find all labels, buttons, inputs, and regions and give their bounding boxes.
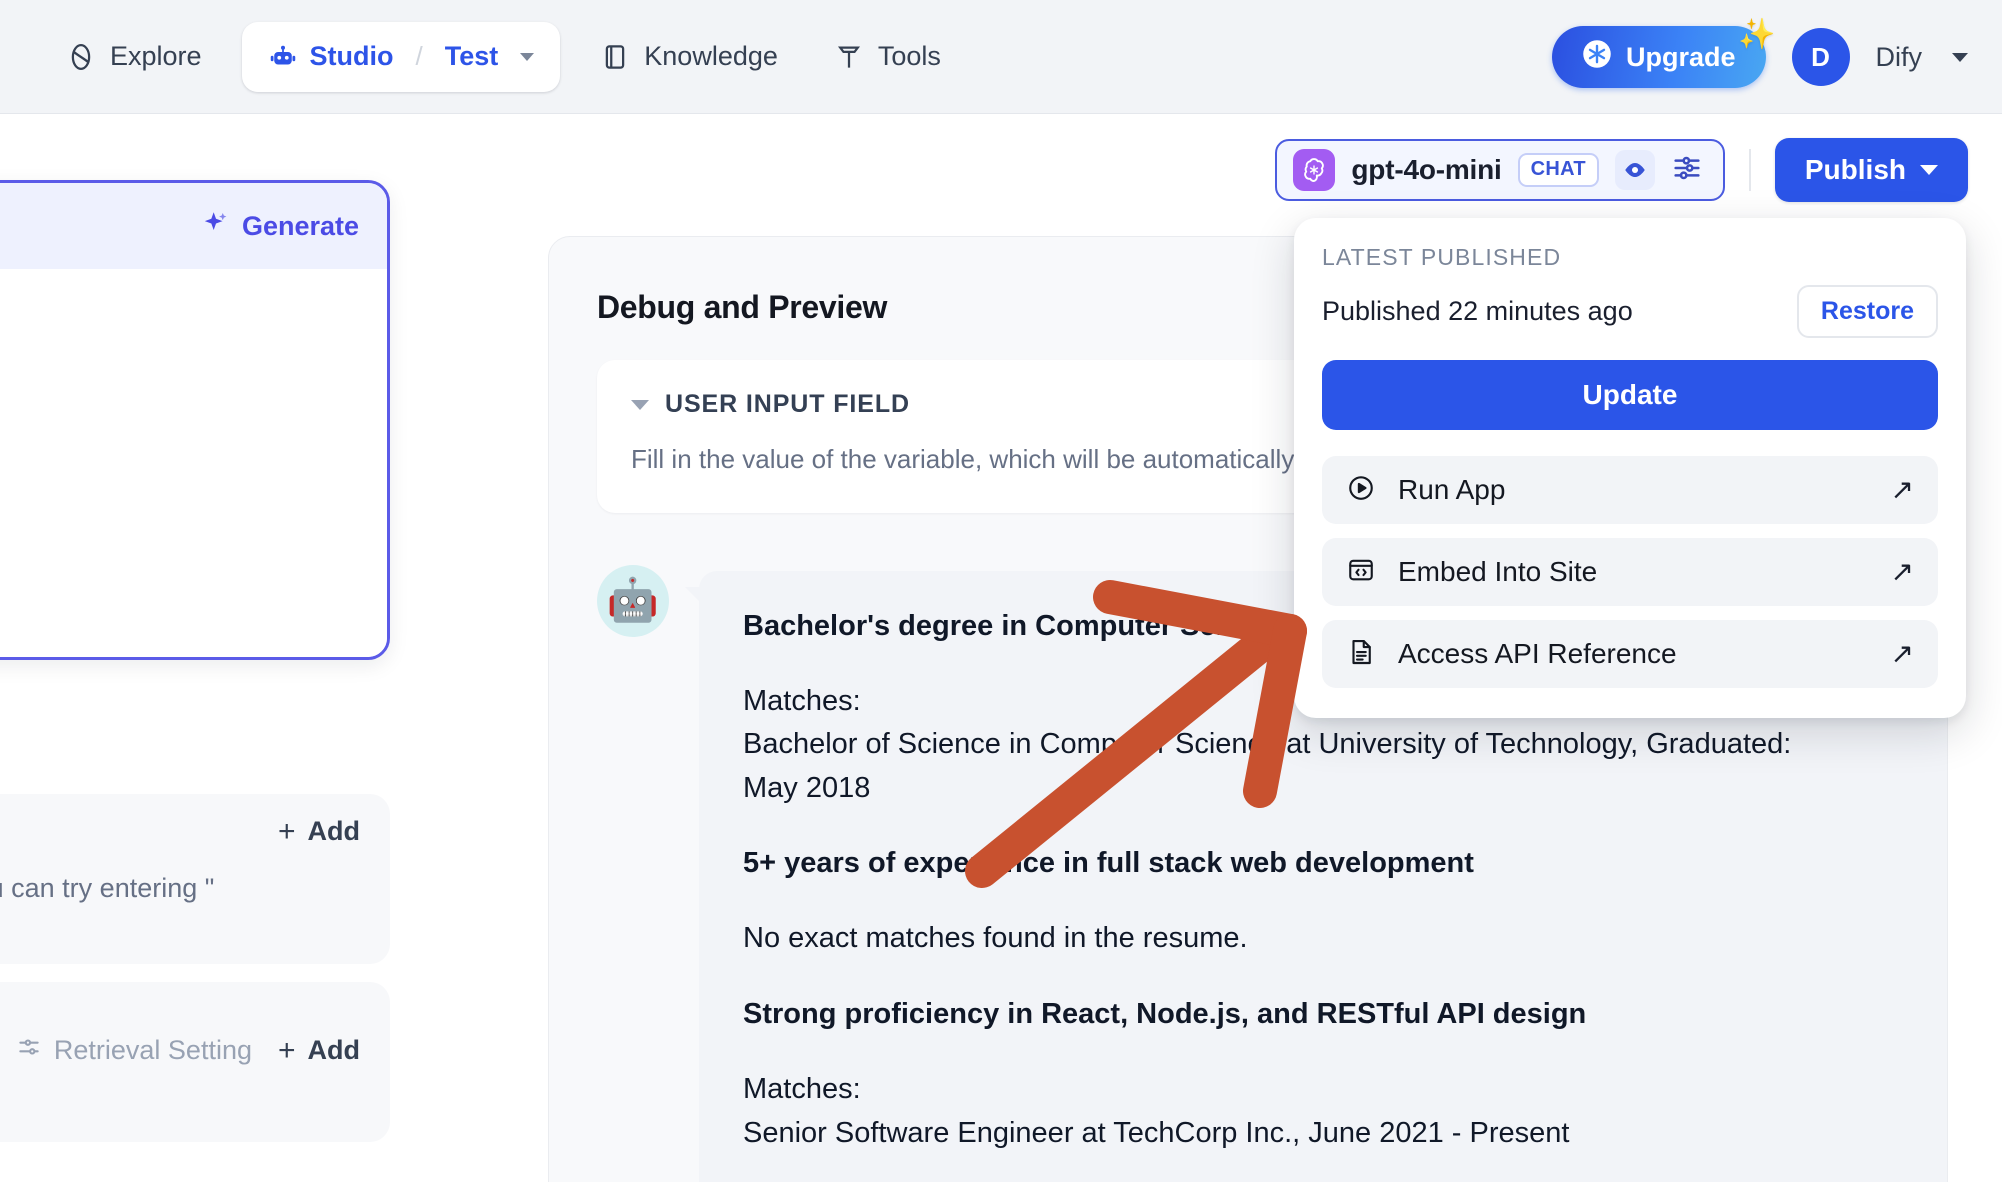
menu-label-run-app: Run App — [1398, 474, 1869, 506]
vision-eye-icon[interactable] — [1615, 150, 1655, 190]
bot-avatar: 🤖 — [597, 565, 669, 637]
restore-button[interactable]: Restore — [1797, 285, 1938, 338]
prompt-editor-panel: Generate — [0, 180, 390, 660]
external-link-arrow-icon: ↗ — [1891, 640, 1914, 668]
model-name: gpt-4o-mini — [1351, 154, 1501, 186]
toolbar-divider — [1749, 149, 1751, 191]
code-window-icon — [1346, 555, 1376, 590]
external-link-arrow-icon: ↗ — [1891, 476, 1914, 504]
hammer-icon — [834, 42, 864, 72]
avatar-initial: D — [1811, 42, 1830, 73]
message-heading: 5+ years of experience in full stack web… — [743, 844, 1903, 883]
message-paragraph: Senior Software Engineer at TechCorp Inc… — [743, 1112, 1903, 1156]
document-icon — [1346, 637, 1376, 672]
spacer — [743, 961, 1903, 995]
sparkle-icon: ✨ — [1738, 20, 1775, 50]
generate-button[interactable]: Generate — [202, 209, 359, 244]
prompt-editor-header: Generate — [0, 183, 387, 269]
upgrade-button[interactable]: Upgrade — [1552, 26, 1766, 88]
play-circle-icon — [1346, 473, 1376, 508]
nav-item-tools[interactable]: Tools — [806, 26, 969, 88]
menu-item-run-app[interactable]: Run App ↗ — [1322, 456, 1938, 524]
nav-item-explore[interactable]: Explore — [38, 26, 230, 88]
context-footer: Retrieval Setting + Add — [0, 982, 390, 1067]
menu-item-access-api-reference[interactable]: Access API Reference ↗ — [1322, 620, 1938, 688]
retrieval-setting-button[interactable]: Retrieval Setting — [16, 1034, 252, 1067]
update-label: Update — [1583, 379, 1678, 411]
latest-published-title: LATEST PUBLISHED — [1322, 244, 1938, 271]
message-paragraph: Bachelor of Science in Computer Science … — [743, 723, 1903, 767]
nav-label-test: Test — [445, 41, 499, 72]
generate-label: Generate — [242, 211, 359, 242]
header-right-group: Upgrade ✨ D Dify — [1552, 0, 1968, 114]
context-card: Retrieval Setting + Add — [0, 982, 390, 1142]
top-header: Explore Studio / Test — [0, 0, 2002, 114]
openai-logo-icon — [1293, 149, 1335, 191]
model-settings-icon[interactable] — [1671, 152, 1703, 189]
nav-label-explore: Explore — [110, 41, 202, 72]
upgrade-label: Upgrade — [1626, 42, 1736, 73]
message-heading: Strong proficiency in React, Node.js, an… — [743, 995, 1903, 1034]
context-add-label: Add — [308, 1035, 360, 1066]
spacer — [743, 883, 1903, 917]
nav-label-knowledge: Knowledge — [644, 41, 778, 72]
publish-label: Publish — [1805, 154, 1906, 186]
user-input-field-label: USER INPUT FIELD — [665, 390, 910, 419]
spacer — [743, 810, 1903, 844]
variables-card: + Add filling out forms. You can try ent… — [0, 794, 390, 964]
message-bullet: Led development of a high-traffic e-comm… — [789, 1177, 1903, 1182]
retrieval-setting-label: Retrieval Setting — [54, 1035, 252, 1066]
chevron-down-icon[interactable] — [520, 53, 534, 61]
context-add-button[interactable]: + Add — [278, 1035, 360, 1066]
nav-separator: / — [416, 41, 423, 72]
menu-label-embed-into-site: Embed Into Site — [1398, 556, 1869, 588]
prompt-editor-body[interactable] — [0, 269, 387, 660]
variables-hint-text: filling out forms. You can try entering … — [0, 847, 390, 908]
avatar[interactable]: D — [1792, 28, 1850, 86]
message-paragraph: Matches: — [743, 1068, 1903, 1112]
chevron-down-icon — [1920, 165, 1938, 175]
robot-icon — [268, 42, 298, 72]
user-chevron-down-icon[interactable] — [1952, 53, 1968, 62]
variables-add-label: Add — [308, 816, 360, 847]
explore-icon — [66, 42, 96, 72]
nav-label-studio: Studio — [310, 41, 394, 72]
upgrade-wrapper: Upgrade ✨ — [1552, 26, 1766, 88]
app-canvas: Generate + Add filling out forms. You ca… — [0, 114, 2002, 1182]
menu-item-embed-into-site[interactable]: Embed Into Site ↗ — [1322, 538, 1938, 606]
model-type-badge: CHAT — [1518, 153, 1599, 187]
message-paragraph: No exact matches found in the resume. — [743, 917, 1903, 961]
publish-dropdown-menu: LATEST PUBLISHED Published 22 minutes ag… — [1294, 218, 1966, 718]
nav-label-tools: Tools — [878, 41, 941, 72]
nav-item-studio[interactable]: Studio / Test — [242, 22, 561, 92]
published-row: Published 22 minutes ago Restore — [1322, 285, 1938, 338]
published-timestamp: Published 22 minutes ago — [1322, 296, 1633, 327]
chevron-down-icon[interactable] — [631, 400, 649, 410]
variables-add-button[interactable]: + Add — [0, 794, 390, 847]
model-selector[interactable]: gpt-4o-mini CHAT — [1275, 139, 1724, 201]
model-toolbar: gpt-4o-mini CHAT P — [1275, 138, 1968, 202]
sliders-icon — [16, 1034, 42, 1067]
main-navigation: Explore Studio / Test — [38, 22, 969, 92]
plus-icon: + — [278, 817, 296, 847]
external-link-arrow-icon: ↗ — [1891, 558, 1914, 586]
spacer — [743, 1034, 1903, 1068]
menu-label-access-api-reference: Access API Reference — [1398, 638, 1869, 670]
message-paragraph: May 2018 — [743, 767, 1903, 811]
book-icon — [600, 42, 630, 72]
sparkle-generate-icon — [202, 209, 230, 244]
publish-button[interactable]: Publish — [1775, 138, 1968, 202]
user-name: Dify — [1876, 42, 1923, 73]
plus-icon: + — [278, 1036, 296, 1066]
snowflake-icon — [1582, 39, 1612, 76]
spacer — [743, 1155, 1903, 1177]
update-button[interactable]: Update — [1322, 360, 1938, 430]
nav-item-knowledge[interactable]: Knowledge — [572, 26, 806, 88]
